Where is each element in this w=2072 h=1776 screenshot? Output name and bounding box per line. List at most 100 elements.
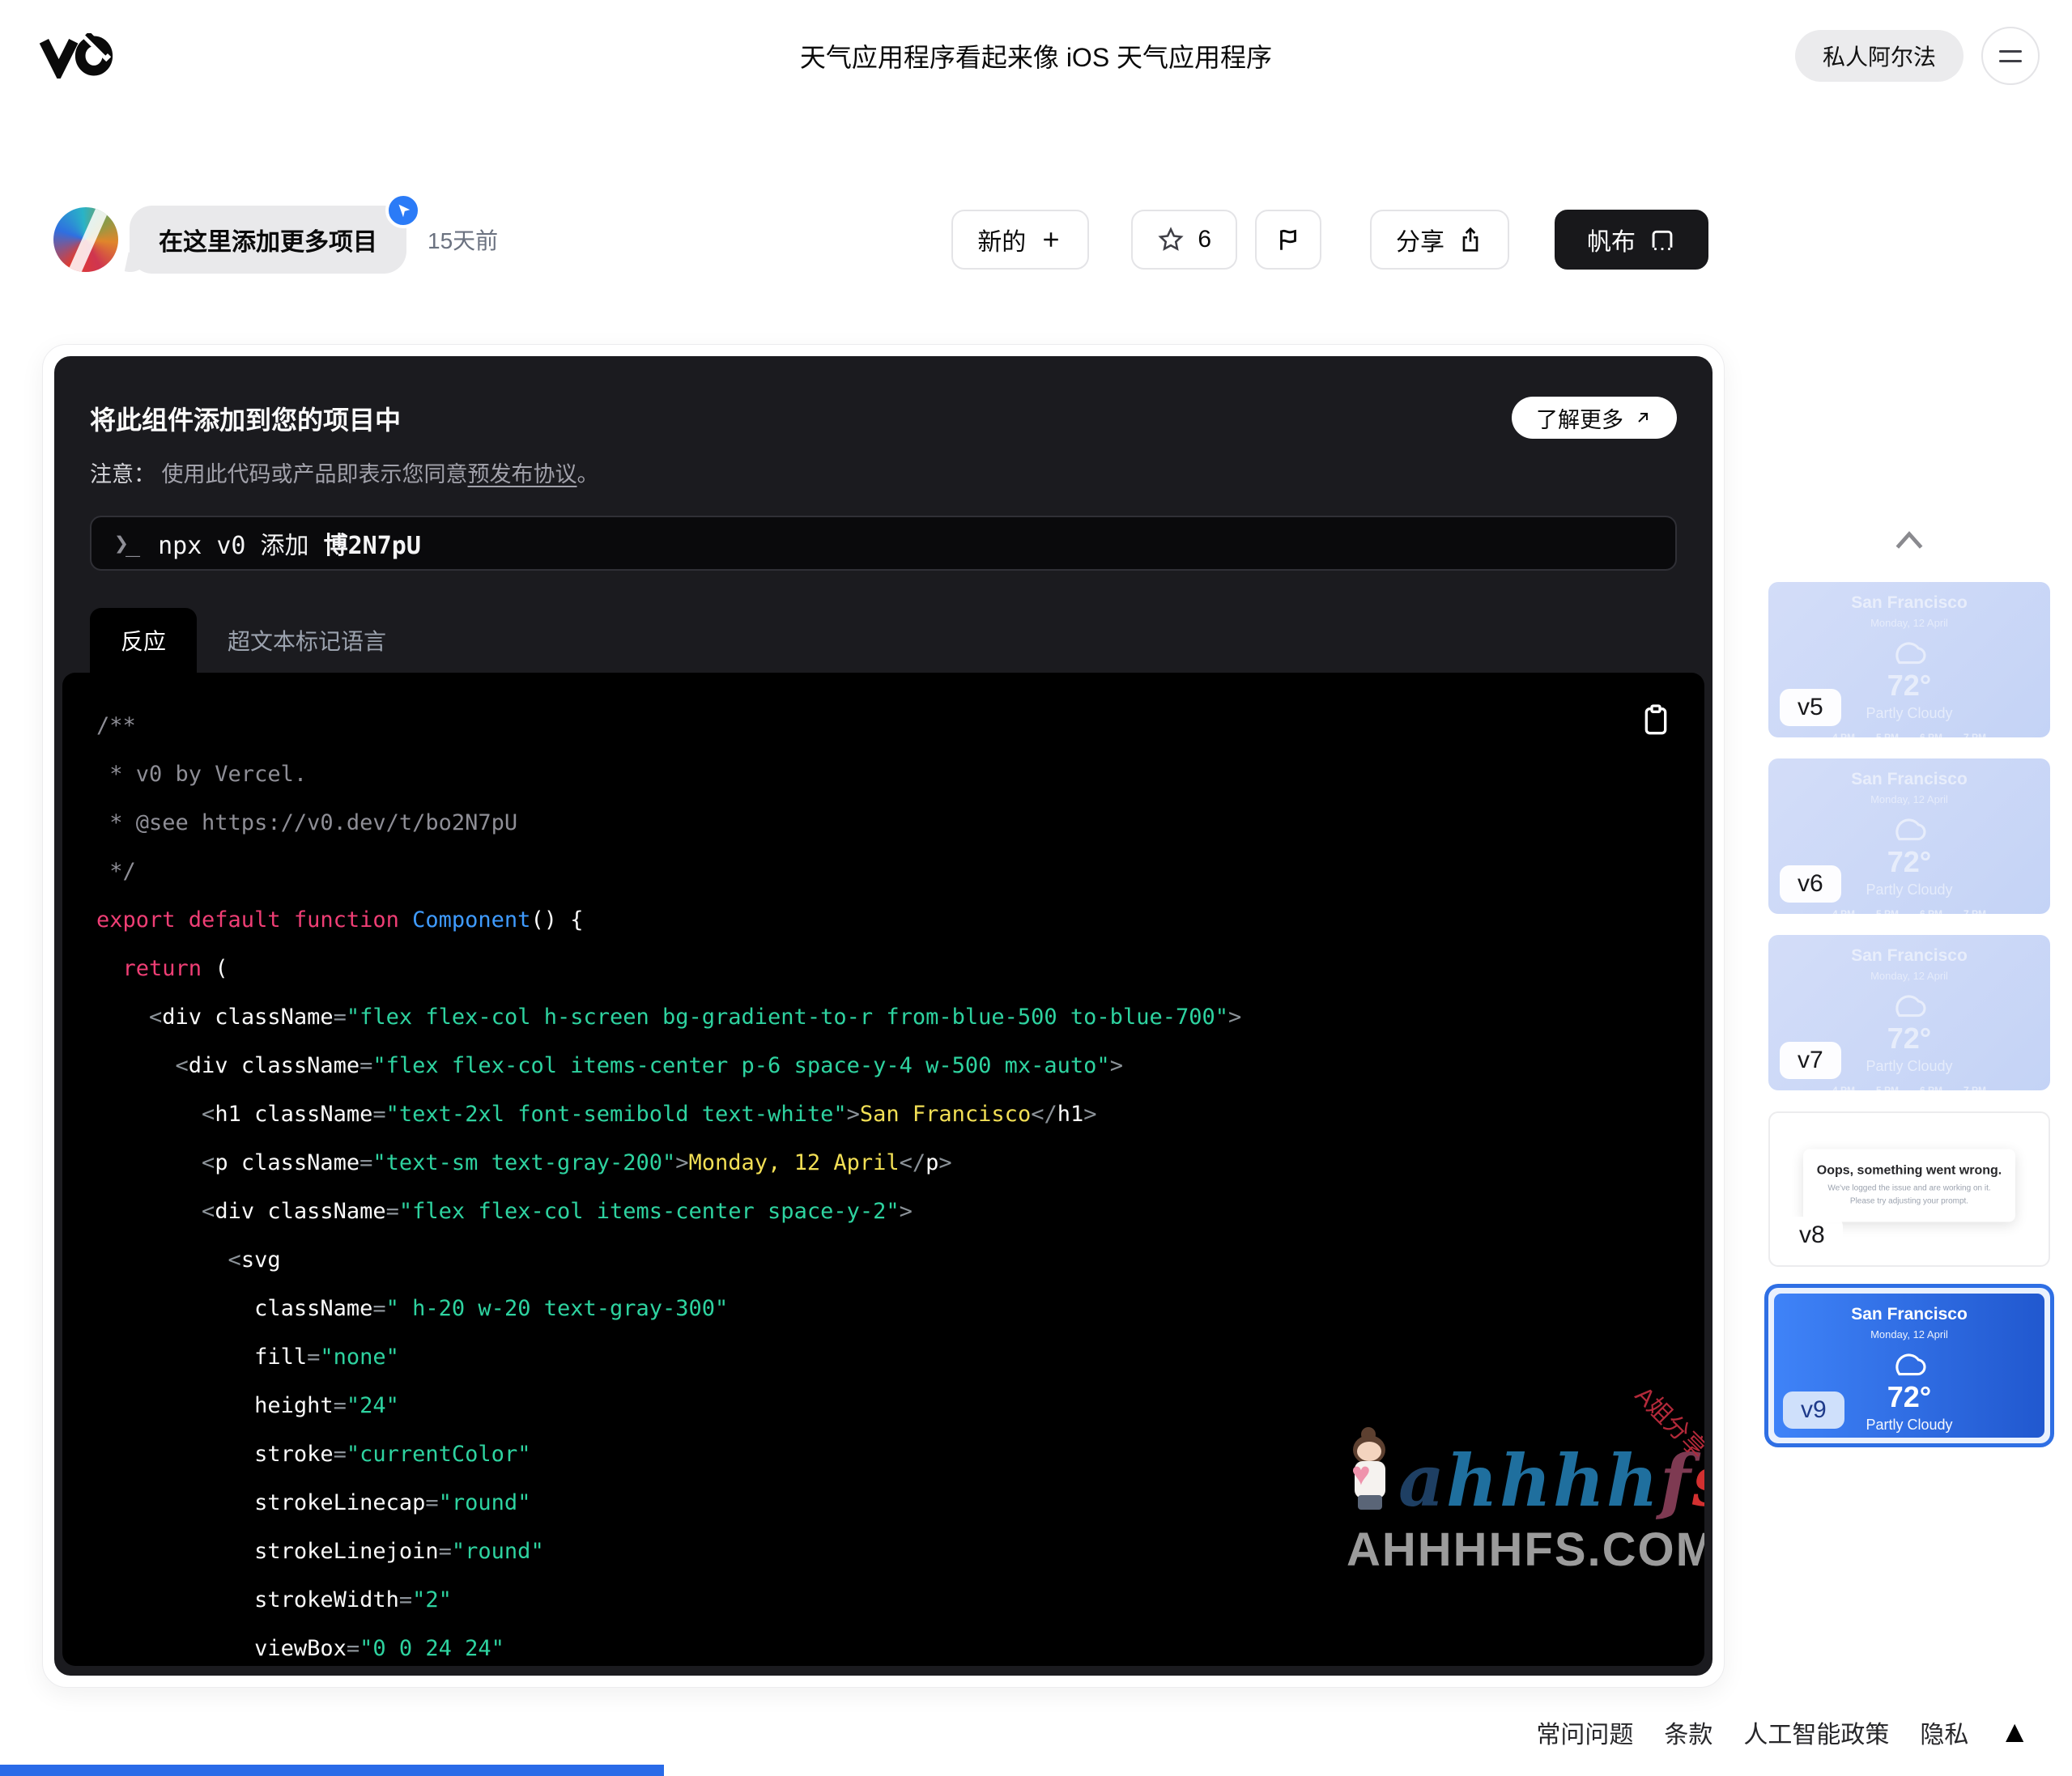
version-thumb-v7[interactable]: San Francisco Monday, 12 April 72° Partl… (1768, 935, 2050, 1090)
tab-react[interactable]: 反应 (90, 608, 198, 673)
hamburger-icon (1999, 59, 2022, 62)
arrow-up-right-icon (1638, 413, 1648, 423)
prompt-row: 在这里添加更多项目 15天前 新的 6 分享 帆布 (53, 193, 1708, 278)
learn-more-label: 了解更多 (1536, 407, 1623, 432)
cloud-icon (1774, 1345, 2044, 1382)
hour-column: 7 PM ☀ 63° (1964, 908, 1987, 914)
error-line: We've logged the issue and are working o… (1827, 1183, 1991, 1193)
canvas-icon (1652, 230, 1673, 251)
learn-more-button[interactable]: 了解更多 (1512, 397, 1677, 439)
weather-date: Monday, 12 April (1870, 970, 1948, 982)
hour-column: 5 PM ☀ 68° (1875, 908, 1899, 914)
share-button-label: 分享 (1396, 229, 1444, 256)
action-buttons: 新的 6 分享 帆布 (951, 210, 1708, 270)
weather-date: Monday, 12 April (1870, 617, 1948, 629)
version-thumb-v5[interactable]: San Francisco Monday, 12 April 72° Partl… (1768, 582, 2050, 737)
hour-column: 6 PM ☁ 65° (1920, 732, 1943, 737)
command-id: 博2N7pU (323, 532, 421, 560)
note-text: 使用此代码或产品即表示您同意 (155, 462, 468, 486)
hour-column: 5 PM ☀ 68° (1875, 732, 1899, 737)
flag-button[interactable] (1255, 210, 1321, 270)
footer: 常问问题 条款 人工智能政策 隐私 ▲ (1536, 1714, 2030, 1750)
code-tabs: 反应 超文本标记语言 (90, 608, 1677, 673)
bottom-progress-bar (0, 1765, 664, 1776)
weather-city: San Francisco (1851, 946, 1968, 965)
weather-date: Monday, 12 April (1870, 1328, 1948, 1340)
tab-html[interactable]: 超文本标记语言 (197, 608, 417, 673)
version-label: v8 (1781, 1217, 1843, 1254)
error-line: Please try adjusting your prompt. (1849, 1196, 1969, 1206)
note-label: 注意： (90, 462, 155, 486)
add-component-panel: 将此组件添加到您的项目中 了解更多 注意： 使用此代码或产品即表示您同意预发布协… (54, 356, 1712, 1676)
weather-city: San Francisco (1851, 770, 1968, 788)
timestamp: 15天前 (428, 228, 499, 253)
hamburger-icon (1999, 49, 2022, 53)
copy-button[interactable] (1640, 702, 1672, 740)
panel-title: 将此组件添加到您的项目中 (90, 406, 402, 435)
canvas-button-label: 帆布 (1587, 229, 1636, 256)
cursor-badge (385, 193, 421, 228)
error-title: Oops, something went wrong. (1816, 1163, 2002, 1178)
weather-city: San Francisco (1851, 1305, 1968, 1324)
hour-column: 4 PM ☁ 70° (1832, 732, 1855, 737)
version-rail: San Francisco Monday, 12 April 72° Partl… (1768, 528, 2050, 1464)
v0-logo (39, 33, 113, 79)
canvas-button[interactable]: 帆布 (1555, 210, 1708, 270)
command-text: npx v0 添加 (158, 532, 309, 560)
note-suffix: 。 (577, 462, 599, 486)
footer-link-privacy[interactable]: 隐私 (1920, 1714, 1968, 1750)
star-button[interactable]: 6 (1131, 210, 1237, 270)
cloud-icon (1768, 987, 2050, 1023)
share-button[interactable]: 分享 (1370, 210, 1509, 270)
watermark-brand: ahhhhfs (1398, 1438, 1704, 1523)
watermark: ♥ ahhhhfs A姐分享 AHHHHFS.COM (1347, 1382, 1704, 1577)
footer-link-ai-policy[interactable]: 人工智能政策 (1743, 1714, 1889, 1750)
top-bar: 天气应用程序看起来像 iOS 天气应用程序 私人阿尔法 (32, 19, 2040, 92)
star-count: 6 (1198, 226, 1211, 253)
code-block: /** * v0 by Vercel. * @see https://v0.de… (62, 673, 1704, 1666)
version-label: v5 (1780, 689, 1841, 726)
clipboard-icon (1644, 704, 1667, 735)
share-icon (1462, 227, 1478, 252)
new-button-label: 新的 (977, 229, 1027, 256)
avatar (53, 207, 118, 272)
hourly-forecast: 4 PM ☁ 70° 5 PM ☀ 68° 6 PM ☁ 65° (1768, 732, 2050, 737)
npx-command-box[interactable]: ❯_ npx v0 添加 博2N7pU (90, 516, 1677, 571)
panel-head: 将此组件添加到您的项目中 了解更多 注意： 使用此代码或产品即表示您同意预发布协… (54, 356, 1712, 673)
girl-mascot-icon: ♥ (1347, 1427, 1398, 1516)
weather-city: San Francisco (1851, 593, 1968, 612)
component-card: 将此组件添加到您的项目中 了解更多 注意： 使用此代码或产品即表示您同意预发布协… (42, 344, 1725, 1688)
page: 天气应用程序看起来像 iOS 天气应用程序 私人阿尔法 在这里添加更多项目 15… (0, 0, 2072, 1776)
watermark-domain: AHHHHFS.COM (1347, 1523, 1704, 1576)
cloud-icon (1768, 634, 2050, 670)
star-icon (1158, 227, 1184, 251)
footer-link-terms[interactable]: 条款 (1664, 1714, 1712, 1750)
chevron-up-icon (1895, 531, 1923, 549)
prerelease-agreement-link[interactable]: 预发布协议 (468, 462, 577, 486)
prompt-bubble: 在这里添加更多项目 (130, 206, 406, 274)
menu-button[interactable] (1981, 27, 2040, 85)
terminal-prompt-icon: ❯_ (114, 529, 140, 558)
hour-column: 6 PM ☁ 65° (1920, 1085, 1943, 1090)
hourly-forecast: 4 PM ☁ 70° 5 PM ☀ 68° 6 PM ☁ 65° (1768, 908, 2050, 914)
new-button[interactable]: 新的 (951, 210, 1090, 270)
footer-link-faq[interactable]: 常问问题 (1536, 1714, 1633, 1750)
prerelease-note: 注意： 使用此代码或产品即表示您同意预发布协议。 (90, 457, 1677, 488)
hour-column: 7 PM ☀ 63° (1964, 1085, 1987, 1090)
hour-column: 6 PM ☁ 65° (1920, 908, 1943, 914)
version-label: v7 (1780, 1042, 1841, 1079)
scroll-up-button[interactable] (1891, 528, 1927, 554)
page-title: 天气应用程序看起来像 iOS 天气应用程序 (799, 43, 1273, 72)
topbar-right: 私人阿尔法 (1794, 27, 2040, 85)
weather-date: Monday, 12 April (1870, 793, 1948, 805)
version-label: v6 (1780, 865, 1841, 903)
cursor-icon (398, 204, 411, 218)
prompt-bubble-wrap: 在这里添加更多项目 (130, 193, 421, 274)
watermark-row: ♥ ahhhhfs A姐分享 (1347, 1382, 1704, 1523)
heart-icon: ♥ (1351, 1456, 1371, 1492)
plus-icon (1044, 232, 1059, 247)
version-thumb-v9[interactable]: San Francisco Monday, 12 April 72° Partl… (1768, 1288, 2050, 1443)
version-thumb-v6[interactable]: San Francisco Monday, 12 April 72° Partl… (1768, 758, 2050, 914)
version-thumb-v8[interactable]: Oops, something went wrong. We've logged… (1768, 1111, 2050, 1267)
private-alpha-button[interactable]: 私人阿尔法 (1794, 30, 1964, 82)
